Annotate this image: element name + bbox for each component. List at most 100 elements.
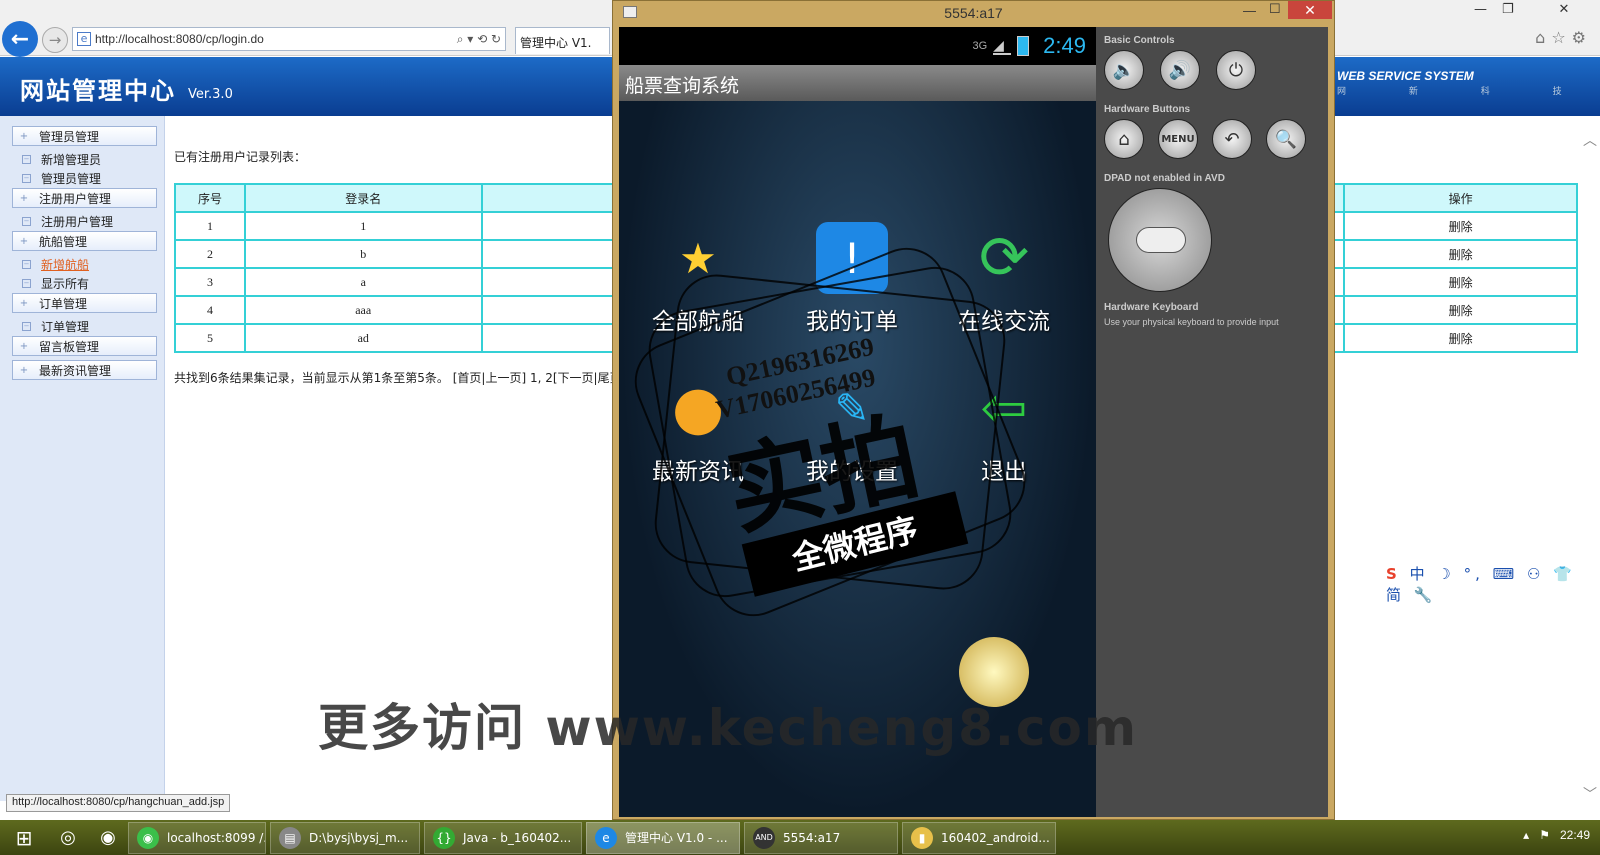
banner-subtext: 网 新 科 技 [1337, 87, 1592, 97]
battery-icon [1017, 36, 1030, 56]
phone-clock: 2:49 [1043, 33, 1086, 58]
expand-icon: + [19, 235, 29, 247]
bullet-icon: − [22, 155, 31, 164]
tray-clock[interactable]: 22:49 [1560, 828, 1590, 842]
minimize-button[interactable]: — [1474, 2, 1487, 17]
emulator-titlebar[interactable]: 5554:a17 — ☐ ✕ [613, 1, 1334, 25]
watermark-stamp: Q2196316269 V17060256499 实拍 全微程序 [622, 235, 1038, 629]
pagination-text[interactable]: 共找到6条结果集记录，当前显示从第1条至第5条。 [首页|上一页] 1, 2[下… [174, 369, 626, 386]
address-text[interactable]: http://localhost:8080/cp/login.do [95, 32, 457, 46]
taskbar: ⊞ ◎ ◉ ◉ localhost:8099 /... ▤ D:\bysj\bysj… [0, 820, 1600, 855]
emulator-title: 5554:a17 [944, 5, 1003, 21]
delete-link[interactable]: 删除 [1343, 239, 1578, 269]
sidebar-group-admin[interactable]: + 管理员管理 [12, 126, 157, 146]
search-button[interactable]: 🔍 [1266, 119, 1306, 159]
expand-icon: + [19, 192, 29, 204]
delete-link[interactable]: 删除 [1343, 323, 1578, 353]
app-title: 船票查询系统 [619, 65, 1096, 101]
cell-login: ad [243, 323, 483, 353]
delete-link[interactable]: 删除 [1343, 295, 1578, 325]
dpad-control[interactable] [1108, 188, 1212, 292]
tray-arrow-icon[interactable]: ▴ [1523, 828, 1529, 842]
home-icon[interactable]: ⌂ [1535, 28, 1551, 47]
emulator-maximize-button[interactable]: ☐ [1269, 1, 1281, 17]
forward-button[interactable]: → [42, 27, 68, 53]
browser-pin-icon[interactable]: ◉ [88, 823, 128, 853]
taskbar-item[interactable]: AND 5554:a17 [744, 821, 898, 854]
sidebar-item-show-all[interactable]: − 显示所有 [22, 274, 157, 293]
expand-icon: + [19, 130, 29, 142]
volume-down-button[interactable]: 🔈 [1104, 50, 1144, 90]
bullet-icon: − [22, 322, 31, 331]
window-icon [623, 6, 637, 18]
sidebar-group-ships[interactable]: + 航船管理 [12, 231, 157, 251]
network-type: 3G [972, 40, 988, 52]
tray-network-icon[interactable]: ⚑ [1539, 828, 1550, 842]
maximize-button[interactable]: ❐ [1502, 2, 1514, 17]
taskbar-item[interactable]: ▤ D:\bysj\bysj_m... [270, 821, 420, 854]
back-button[interactable]: ← [2, 21, 38, 57]
site-version: Ver.3.0 [188, 87, 233, 102]
bullet-icon: − [22, 217, 31, 226]
sidebar-group-orders[interactable]: + 订单管理 [12, 293, 157, 313]
sidebar-group-users[interactable]: + 注册用户管理 [12, 188, 157, 208]
emulator-close-button[interactable]: ✕ [1288, 1, 1332, 19]
sidebar-item-add-admin[interactable]: − 新增管理员 [22, 150, 157, 169]
expand-icon: + [19, 364, 29, 376]
cell-index: 5 [174, 323, 246, 353]
back-hw-button[interactable]: ↶ [1212, 119, 1252, 159]
sogou-icon: S [1386, 565, 1401, 583]
bullet-icon: − [22, 260, 31, 269]
ime-toolbar[interactable]: S 中 ☽ °, ⌨ ⚇ 👕 简 🔧 [1386, 563, 1600, 605]
emulator-minimize-button[interactable]: — [1243, 3, 1256, 18]
cell-index: 4 [174, 295, 246, 325]
expand-icon: + [19, 297, 29, 309]
page-heading: 已有注册用户记录列表： [174, 150, 307, 164]
signal-icon: ◢ [993, 37, 1012, 55]
close-button[interactable]: ✕ [1540, 2, 1588, 17]
banner-text: WEB SERVICE SYSTEM [1337, 69, 1474, 83]
delete-link[interactable]: 删除 [1343, 211, 1578, 241]
home-button[interactable]: ⌂ [1104, 119, 1144, 159]
sidebar-item-user-manage[interactable]: − 注册用户管理 [22, 212, 157, 231]
cell-index: 2 [174, 239, 246, 269]
col-header-index: 序号 [174, 183, 246, 213]
cell-index: 1 [174, 211, 246, 241]
address-bar[interactable]: e http://localhost:8080/cp/login.do ⌕ ▾ … [72, 27, 506, 51]
sidebar-group-news[interactable]: + 最新资讯管理 [12, 360, 157, 380]
cell-login: a [243, 267, 483, 297]
taskbar-item[interactable]: ◉ localhost:8099 /... [128, 821, 266, 854]
start-button[interactable]: ⊞ [0, 820, 48, 855]
browser-toolbar-icons[interactable]: ⌂☆⚙ [1535, 28, 1592, 47]
address-tools-icon[interactable]: ⌕ ▾ ⟲ ↻ [457, 32, 501, 47]
basic-controls-label: Basic Controls [1104, 35, 1175, 46]
bullet-icon: − [22, 174, 31, 183]
delete-link[interactable]: 删除 [1343, 267, 1578, 297]
scroll-up-arrow[interactable]: ︿ [1583, 130, 1597, 150]
chrome-icon[interactable]: ◎ [48, 823, 88, 853]
scroll-down-arrow[interactable]: ﹀ [1583, 784, 1597, 804]
favorites-icon[interactable]: ☆ [1551, 28, 1571, 47]
taskbar-item[interactable]: {} Java - b_160402... [424, 821, 582, 854]
dpad-center[interactable] [1136, 227, 1186, 253]
sidebar-item-add-ship[interactable]: − 新增航船 [22, 255, 157, 274]
page-icon: e [77, 32, 91, 46]
sidebar: + 管理员管理 − 新增管理员 − 管理员管理 + 注册用户管理 − 注册用户管理 + 航船… [0, 116, 165, 801]
tab-admin-center[interactable]: 管理中心 V1. [515, 27, 610, 54]
keyboard-note: Use your physical keyboard to provide in… [1104, 317, 1279, 327]
hardware-buttons-label: Hardware Buttons [1104, 104, 1191, 115]
dpad-label: DPAD not enabled in AVD [1104, 173, 1225, 184]
taskbar-item[interactable]: ▮ 160402_android... [902, 821, 1056, 854]
menu-button[interactable]: MENU [1158, 119, 1198, 159]
sidebar-item-order-manage[interactable]: − 订单管理 [22, 317, 157, 336]
sidebar-item-admin-manage[interactable]: − 管理员管理 [22, 169, 157, 188]
power-button[interactable]: ⏻ [1216, 50, 1256, 90]
bullet-icon: − [22, 279, 31, 288]
settings-gear-icon[interactable]: ⚙ [1572, 28, 1592, 47]
cell-index: 3 [174, 267, 246, 297]
volume-up-button[interactable]: 🔊 [1160, 50, 1200, 90]
system-tray[interactable]: ▴ ⚑ 22:49 [1523, 828, 1590, 842]
sidebar-group-messages[interactable]: + 留言板管理 [12, 336, 157, 356]
taskbar-item[interactable]: e 管理中心 V1.0 - ... [586, 821, 740, 854]
cell-login: aaa [243, 295, 483, 325]
